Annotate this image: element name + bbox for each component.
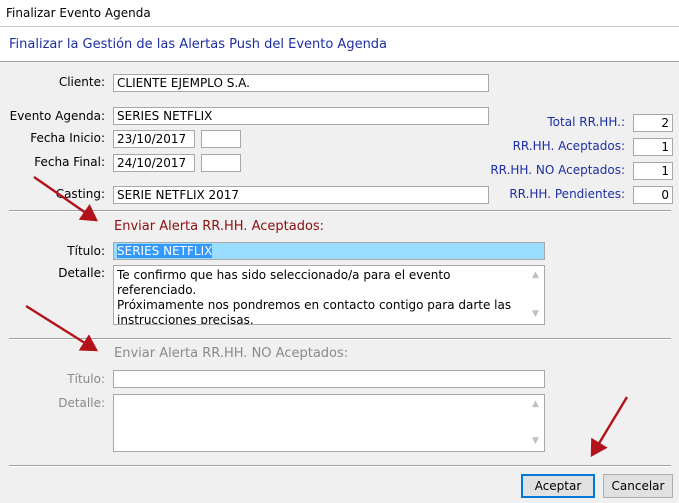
arrow-no-aceptados-icon — [25, 304, 99, 352]
annotation-arrows — [25, 176, 629, 458]
arrow-aceptar-icon — [590, 396, 629, 458]
arrow-aceptados-icon — [33, 176, 98, 222]
